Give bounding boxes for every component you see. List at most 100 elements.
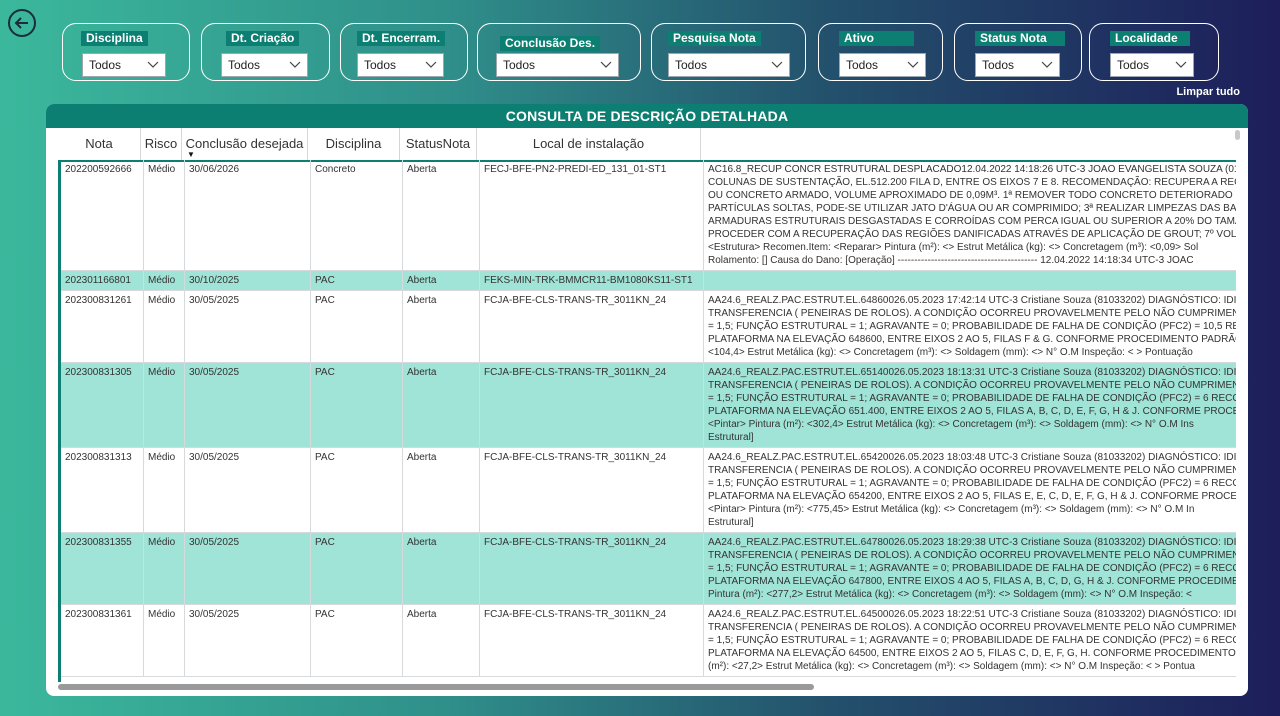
- description-line: Rolamento: [] Causa do Dano: [Operação] …: [708, 255, 1194, 266]
- table-title: CONSULTA DE DESCRIÇÃO DETALHADA: [46, 104, 1248, 128]
- cell-nota: 202300831313: [61, 448, 144, 532]
- cell-conclusao: 30/05/2025: [185, 448, 311, 532]
- description-line: <Estrutura> Recomen.Item: <Reparar> Pint…: [708, 242, 1199, 253]
- column-label: Conclusão desejada: [185, 136, 304, 151]
- chevron-down-icon: [425, 61, 437, 68]
- chevron-down-icon: [1175, 61, 1187, 68]
- description-line: (m²): <27,2> Estrut Metálica (kg): <> Co…: [708, 661, 1195, 672]
- table-row[interactable]: 202300831313 Médio 30/05/2025 PAC Aberta FCJA…: [61, 448, 1236, 533]
- filter-ativo: Ativo Todos: [818, 23, 943, 81]
- column-header-status[interactable]: StatusNota: [400, 128, 477, 160]
- cell-local: FECJ-BFE-PN2-PREDI-ED_131_01-ST1: [480, 160, 704, 270]
- table-row[interactable]: 202200592666 Médio 30/06/2026 Concreto Abert…: [61, 160, 1236, 271]
- back-button[interactable]: [8, 9, 36, 37]
- cell-conclusao: 30/05/2025: [185, 533, 311, 604]
- filter-localidade: Localidade Todos: [1089, 23, 1219, 81]
- table-row[interactable]: 202300831355 Médio 30/05/2025 PAC Aberta FCJA…: [61, 533, 1236, 605]
- cell-disciplina: PAC: [311, 605, 403, 676]
- cell-nota: 202300831355: [61, 533, 144, 604]
- cell-descricao: AA24.6_REALZ.PAC.ESTRUT.EL.64860026.05.2…: [704, 291, 1236, 362]
- filter-title: Dt. Encerram.: [357, 31, 446, 46]
- filter-select[interactable]: Todos: [668, 53, 790, 77]
- filter-dt-encerram: Dt. Encerram. Todos: [340, 23, 468, 81]
- description-line: = 1,5; FUNÇÃO ESTRUTURAL = 1; AGRAVANTE …: [708, 321, 1236, 332]
- description-line: PROCEDER COM A RECUPERAÇÃO DAS REGIÕES D…: [708, 229, 1236, 240]
- cell-nota: 202300831261: [61, 291, 144, 362]
- cell-status: Aberta: [403, 271, 480, 290]
- description-line: <Pintar> Pintura (m²): <775,45> Estrut M…: [708, 504, 1195, 515]
- chevron-down-icon: [1041, 61, 1053, 68]
- cell-status: Aberta: [403, 160, 480, 270]
- description-line: = 1,5; FUNÇÃO ESTRUTURAL = 1; AGRAVANTE …: [708, 478, 1236, 489]
- clear-all-button[interactable]: Limpar tudo: [1176, 86, 1240, 98]
- table-row[interactable]: 202301166801 Médio 30/10/2025 PAC Aberta FEKS…: [61, 271, 1236, 291]
- table-row[interactable]: 202300831305 Médio 30/05/2025 PAC Aberta FCJA…: [61, 363, 1236, 448]
- filter-select[interactable]: Todos: [839, 53, 926, 77]
- vertical-scrollbar[interactable]: [1235, 130, 1240, 140]
- table-body[interactable]: 202200592666 Médio 30/06/2026 Concreto Abert…: [58, 160, 1236, 682]
- filter-value: Todos: [846, 58, 879, 72]
- column-label: Disciplina: [325, 136, 382, 151]
- cell-descricao: AC16.8_RECUP CONCR ESTRUTURAL DESPLACADO…: [704, 160, 1236, 270]
- cell-status: Aberta: [403, 448, 480, 532]
- description-line: PLATAFORMA NA ELEVAÇÃO 648600, ENTRE EIX…: [708, 334, 1236, 345]
- filter-value: Todos: [1117, 58, 1150, 72]
- cell-risco: Médio: [144, 605, 185, 676]
- filter-title: Dt. Criação: [226, 31, 300, 46]
- cell-nota: 202301166801: [61, 271, 144, 290]
- description-line: AA24.6_REALZ.PAC.ESTRUT.EL.64500026.05.2…: [708, 609, 1236, 620]
- filter-select[interactable]: Todos: [82, 53, 166, 77]
- cell-conclusao: 30/10/2025: [185, 271, 311, 290]
- filter-title: Disciplina: [81, 31, 148, 46]
- filter-select[interactable]: Todos: [496, 53, 619, 77]
- column-header-conclusao[interactable]: Conclusão desejada ▼: [182, 128, 308, 160]
- filter-select[interactable]: Todos: [1110, 53, 1194, 77]
- column-header-risco[interactable]: Risco: [141, 128, 182, 160]
- cell-descricao: AA24.6_REALZ.PAC.ESTRUT.EL.65140026.05.2…: [704, 363, 1236, 447]
- description-line: <104,4> Estrut Metálica (kg): <> Concret…: [708, 347, 1193, 358]
- cell-local: FCJA-BFE-CLS-TRANS-TR_3011KN_24: [480, 448, 704, 532]
- cell-conclusao: 30/05/2025: [185, 605, 311, 676]
- cell-nota: 202200592666: [61, 160, 144, 270]
- column-header-descricao[interactable]: [701, 128, 1233, 160]
- description-line: ARMADURAS ESTRUTURAIS DESGASTADAS E CORR…: [708, 216, 1236, 227]
- description-line: = 1,5; FUNÇÃO ESTRUTURAL = 1; AGRAVANTE …: [708, 563, 1236, 574]
- cell-disciplina: PAC: [311, 271, 403, 290]
- cell-status: Aberta: [403, 533, 480, 604]
- filter-select[interactable]: Todos: [975, 53, 1060, 77]
- horizontal-scrollbar[interactable]: [58, 684, 814, 690]
- table-row[interactable]: 202300831261 Médio 30/05/2025 PAC Aberta FCJA…: [61, 291, 1236, 363]
- cell-local: FEKS-MIN-TRK-BMMCR11-BM1080KS11-ST1: [480, 271, 704, 290]
- filter-title: Localidade: [1110, 31, 1190, 46]
- column-header-nota[interactable]: Nota: [58, 128, 141, 160]
- cell-descricao: AA24.6_REALZ.PAC.ESTRUT.EL.64780026.05.2…: [704, 533, 1236, 604]
- details-table-panel: CONSULTA DE DESCRIÇÃO DETALHADA Nota Ris…: [46, 104, 1248, 696]
- column-header-local[interactable]: Local de instalação: [477, 128, 701, 160]
- cell-disciplina: PAC: [311, 291, 403, 362]
- cell-nota: 202300831361: [61, 605, 144, 676]
- cell-descricao: AA24.6_REALZ.PAC.ESTRUT.EL.65420026.05.2…: [704, 448, 1236, 532]
- cell-local: FCJA-BFE-CLS-TRANS-TR_3011KN_24: [480, 291, 704, 362]
- description-line: PARTÍCULAS SOLTAS, PODE-SE UTILIZAR JATO…: [708, 203, 1236, 214]
- cell-risco: Médio: [144, 271, 185, 290]
- cell-local: FCJA-BFE-CLS-TRANS-TR_3011KN_24: [480, 605, 704, 676]
- cell-disciplina: PAC: [311, 448, 403, 532]
- filter-value: Todos: [675, 58, 708, 72]
- filter-dt-criacao: Dt. Criação Todos: [201, 23, 330, 81]
- description-line: OU CONCRETO ARMADO, VOLUME APROXIMADO DE…: [708, 190, 1233, 201]
- table-header: Nota Risco Conclusão desejada ▼ Disciplin…: [58, 128, 1236, 162]
- table-row[interactable]: 202300831361 Médio 30/05/2025 PAC Aberta FCJA…: [61, 605, 1236, 677]
- filter-select[interactable]: Todos: [357, 53, 444, 77]
- cell-status: Aberta: [403, 605, 480, 676]
- filter-value: Todos: [364, 58, 397, 72]
- filter-value: Todos: [89, 58, 122, 72]
- filter-value: Todos: [228, 58, 261, 72]
- filter-select[interactable]: Todos: [221, 53, 308, 77]
- description-line: = 1,5; FUNÇÃO ESTRUTURAL = 1; AGRAVANTE …: [708, 393, 1236, 404]
- filter-value: Todos: [503, 58, 536, 72]
- column-header-disciplina[interactable]: Disciplina: [308, 128, 400, 160]
- cell-conclusao: 30/05/2025: [185, 363, 311, 447]
- chevron-down-icon: [147, 61, 159, 68]
- filter-pesquisa-nota: Pesquisa Nota Todos: [651, 23, 806, 81]
- description-line: PLATAFORMA NA ELEVAÇÃO 654200, ENTRE EIX…: [708, 491, 1236, 502]
